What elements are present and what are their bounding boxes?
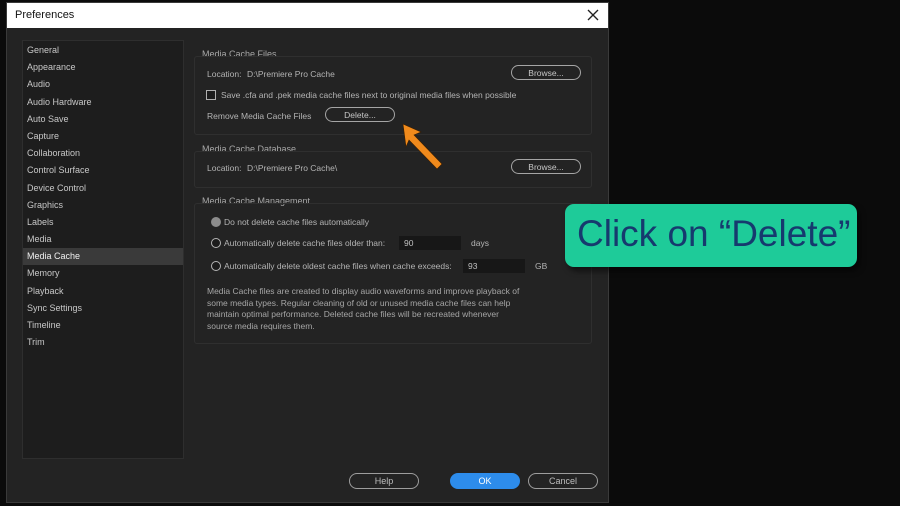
sidebar-item-device-control[interactable]: Device Control: [23, 180, 183, 197]
sidebar-item-timeline[interactable]: Timeline: [23, 317, 183, 334]
help-button[interactable]: Help: [349, 473, 419, 489]
cache-description-line: Media Cache files are created to display…: [207, 286, 520, 296]
save-cfa-pek-label: Save .cfa and .pek media cache files nex…: [221, 90, 517, 100]
instruction-callout-text: Click on “Delete”: [577, 213, 851, 254]
radio-no-delete-label: Do not delete cache files automatically: [224, 217, 370, 227]
cache-description-line: source media requires them.: [207, 320, 315, 331]
cache-files-browse-button[interactable]: Browse...: [511, 65, 581, 80]
sidebar-item-media[interactable]: Media: [23, 231, 183, 248]
save-cfa-pek-checkbox[interactable]: [206, 90, 216, 100]
sidebar-item-trim[interactable]: Trim: [23, 334, 183, 351]
cache-files-location-label: Location:: [207, 69, 242, 79]
sidebar-item-general[interactable]: General: [23, 42, 183, 59]
sidebar-item-sync-settings[interactable]: Sync Settings: [23, 300, 183, 317]
sidebar-item-memory[interactable]: Memory: [23, 265, 183, 282]
instruction-callout: Click on “Delete”: [565, 204, 857, 267]
preferences-dialog: Preferences General Appearance Audio Aud…: [6, 2, 609, 503]
close-icon[interactable]: [584, 6, 602, 24]
sidebar-item-auto-save[interactable]: Auto Save: [23, 111, 183, 128]
preferences-sidebar: General Appearance Audio Audio Hardware …: [22, 40, 184, 459]
radio-exceeds-label: Automatically delete oldest cache files …: [224, 261, 452, 271]
sidebar-item-media-cache[interactable]: Media Cache: [23, 248, 183, 266]
days-unit-label: days: [471, 238, 489, 248]
cache-description-line: some media types. Regular cleaning of ol…: [207, 297, 511, 308]
database-browse-button[interactable]: Browse...: [511, 159, 581, 174]
sidebar-item-audio-hardware[interactable]: Audio Hardware: [23, 94, 183, 111]
radio-older-than-label: Automatically delete cache files older t…: [224, 238, 386, 248]
gb-unit-label: GB: [535, 261, 548, 271]
older-than-days-input[interactable]: [399, 236, 461, 250]
sidebar-item-graphics[interactable]: Graphics: [23, 197, 183, 214]
database-location-value: D:\Premiere Pro Cache\: [247, 163, 338, 173]
sidebar-item-capture[interactable]: Capture: [23, 128, 183, 145]
radio-older-than[interactable]: [211, 238, 221, 248]
sidebar-item-collaboration[interactable]: Collaboration: [23, 145, 183, 162]
cache-files-location-value: D:\Premiere Pro Cache: [247, 69, 335, 79]
remove-cache-files-label: Remove Media Cache Files: [207, 111, 312, 121]
database-location-label: Location:: [207, 163, 242, 173]
window-title: Preferences: [15, 9, 75, 21]
sidebar-item-playback[interactable]: Playback: [23, 283, 183, 300]
sidebar-item-appearance[interactable]: Appearance: [23, 59, 183, 76]
sidebar-item-labels[interactable]: Labels: [23, 214, 183, 231]
delete-button[interactable]: Delete...: [325, 107, 395, 122]
pointer-arrow-icon: [402, 123, 443, 170]
cache-description: Media Cache files are created to display…: [207, 286, 519, 332]
cache-description-line: maintain optimal performance. Deleted ca…: [207, 309, 499, 319]
title-bar: Preferences: [7, 3, 608, 28]
radio-no-delete[interactable]: [211, 217, 221, 227]
sidebar-item-audio[interactable]: Audio: [23, 76, 183, 93]
sidebar-item-control-surface[interactable]: Control Surface: [23, 162, 183, 179]
exceeds-gb-input[interactable]: [463, 259, 525, 273]
ok-button[interactable]: OK: [450, 473, 520, 489]
cancel-button[interactable]: Cancel: [528, 473, 598, 489]
radio-exceeds[interactable]: [211, 261, 221, 271]
